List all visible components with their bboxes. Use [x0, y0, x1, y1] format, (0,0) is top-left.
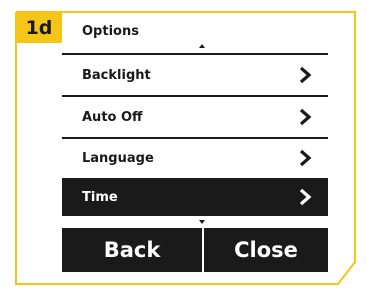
- chevron-right-icon: [299, 66, 312, 84]
- chevron-right-icon: [299, 188, 312, 206]
- screen-title: Options: [82, 24, 139, 39]
- screen-header: Options: [62, 15, 328, 48]
- divider: [62, 95, 328, 97]
- menu-item-time[interactable]: Time: [62, 178, 328, 216]
- chevron-right-icon: [299, 108, 312, 126]
- step-badge: 1d: [16, 12, 62, 43]
- menu-item-language[interactable]: Language: [62, 139, 328, 177]
- close-button[interactable]: Close: [204, 228, 328, 272]
- menu-item-label: Backlight: [82, 68, 151, 83]
- back-button[interactable]: Back: [62, 228, 202, 272]
- chevron-right-icon: [299, 149, 312, 167]
- instruction-panel: 1d Options Backlight Auto Off Language T…: [0, 0, 367, 288]
- divider: [62, 53, 328, 55]
- device-screen: Options Backlight Auto Off Language Time…: [62, 15, 328, 275]
- scroll-down-icon: [199, 220, 205, 224]
- scroll-up-icon: [199, 44, 205, 48]
- menu-item-label: Language: [82, 151, 154, 166]
- menu-item-label: Auto Off: [82, 110, 143, 125]
- menu-item-backlight[interactable]: Backlight: [62, 56, 328, 94]
- menu-item-label: Time: [82, 190, 118, 205]
- menu-item-auto-off[interactable]: Auto Off: [62, 98, 328, 136]
